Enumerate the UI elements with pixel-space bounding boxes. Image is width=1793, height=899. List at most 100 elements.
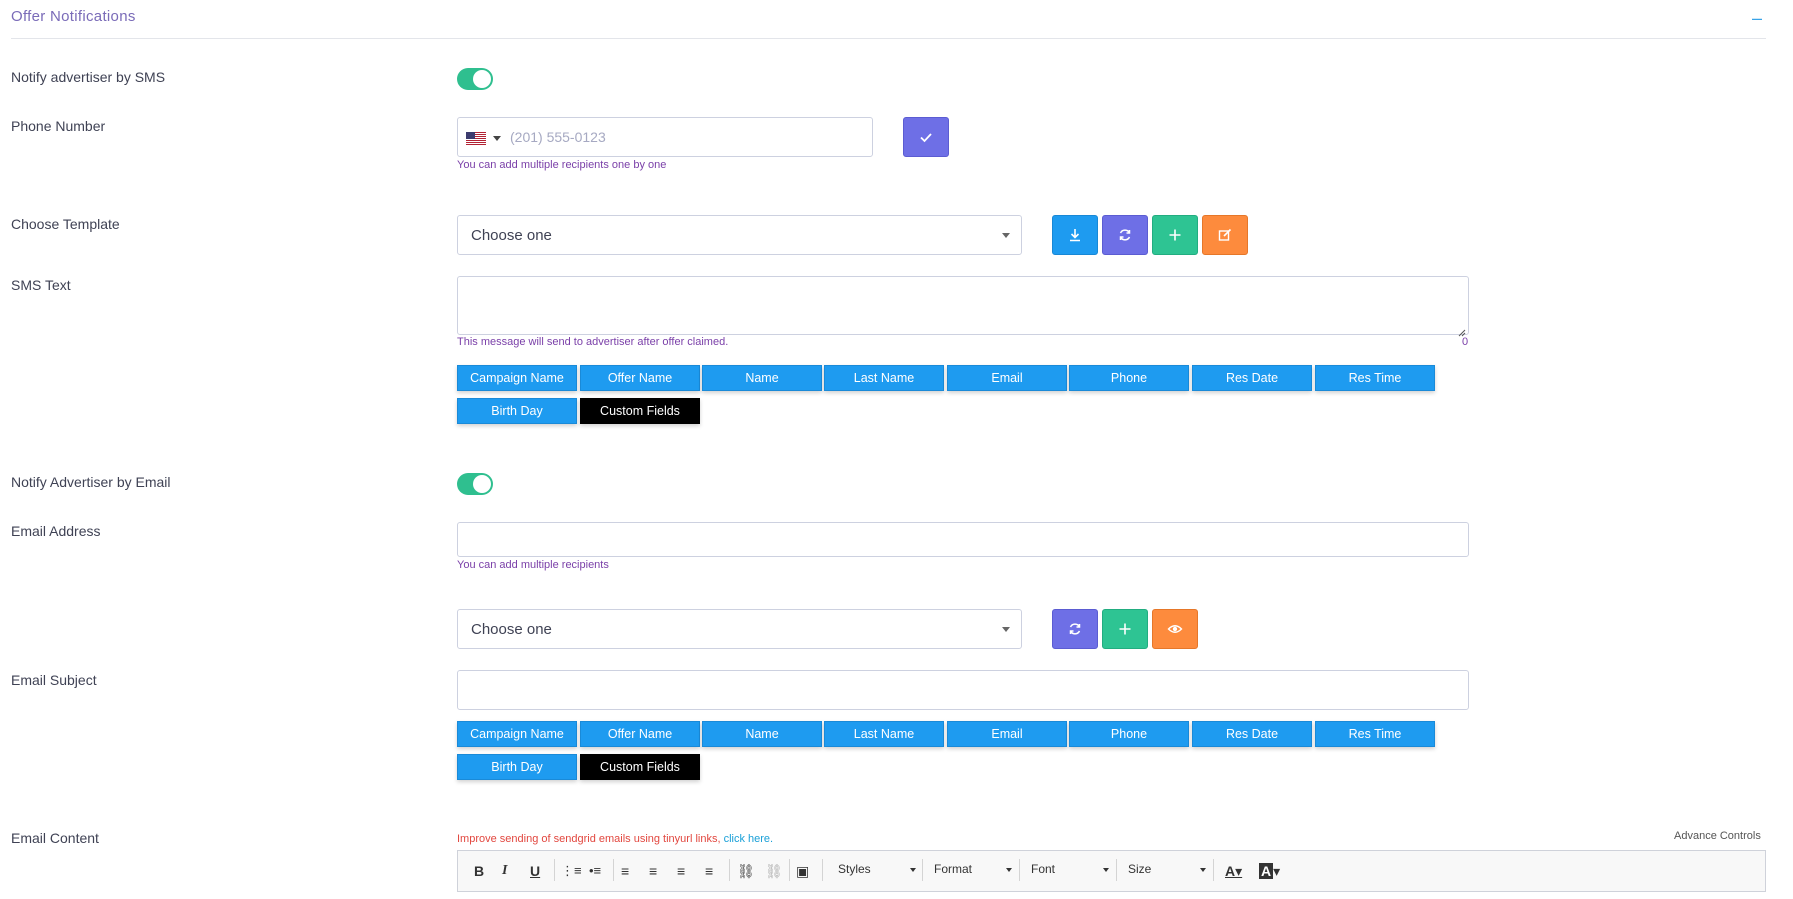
confirm-phone-button[interactable] <box>903 117 949 157</box>
edit-icon <box>1218 228 1232 241</box>
email-address-hint: You can add multiple recipients <box>457 559 609 571</box>
underline-icon[interactable]: U <box>530 863 540 879</box>
email-token-chip[interactable]: Phone <box>1069 721 1189 747</box>
notify-sms-toggle[interactable] <box>457 68 493 90</box>
align-right-icon[interactable]: ≡ <box>677 863 685 879</box>
email-token-chip[interactable]: Email <box>947 721 1067 747</box>
editor-toolbar: B I U ⋮≡ •≡ ≡ ≡ ≡ ≡ ⛓ ⛓ ▣ Styles Format … <box>457 850 1766 892</box>
email-address-input[interactable] <box>457 522 1469 557</box>
toolbar-separator <box>789 859 790 881</box>
chevron-down-icon <box>1002 233 1010 238</box>
advance-controls-link[interactable]: Advance Controls <box>1674 830 1761 842</box>
toolbar-separator <box>554 859 555 881</box>
text-color-icon[interactable]: A▾ <box>1225 863 1242 880</box>
section-title: Offer Notifications <box>11 8 136 25</box>
email-subject-input[interactable] <box>457 670 1469 710</box>
phone-hint: You can add multiple recipients one by o… <box>457 159 667 171</box>
sms-token-chip[interactable]: Phone <box>1069 365 1189 391</box>
preview-email-template-button[interactable] <box>1152 609 1198 649</box>
unlink-icon[interactable]: ⛓ <box>765 863 783 880</box>
toggle-knob <box>473 475 491 493</box>
styles-dropdown[interactable]: Styles <box>838 862 918 876</box>
refresh-template-button[interactable] <box>1102 215 1148 255</box>
email-token-chip[interactable]: Res Date <box>1192 721 1312 747</box>
phone-number-label: Phone Number <box>11 118 106 134</box>
choose-template-label: Choose Template <box>11 216 120 232</box>
sms-token-chip[interactable]: Offer Name <box>580 365 700 391</box>
toggle-knob <box>473 70 491 88</box>
email-token-chip[interactable]: Birth Day <box>457 754 577 780</box>
sms-token-chip[interactable]: Res Date <box>1192 365 1312 391</box>
font-dropdown[interactable]: Font <box>1031 862 1111 876</box>
eye-icon <box>1167 625 1183 633</box>
phone-input[interactable]: (201) 555-0123 <box>457 117 873 157</box>
notify-sms-label: Notify advertiser by SMS <box>11 69 166 85</box>
format-dropdown[interactable]: Format <box>934 862 1014 876</box>
align-left-icon[interactable]: ≡ <box>621 863 629 879</box>
email-template-select[interactable]: Choose one <box>457 609 1022 649</box>
email-token-chip[interactable]: Last Name <box>824 721 944 747</box>
bullet-list-icon[interactable]: •≡ <box>589 863 601 878</box>
phone-placeholder: (201) 555-0123 <box>510 129 606 145</box>
refresh-icon <box>1119 229 1131 241</box>
plus-icon <box>1169 229 1181 241</box>
email-token-chip[interactable]: Name <box>702 721 822 747</box>
sms-token-chip[interactable]: Custom Fields <box>580 398 700 424</box>
us-flag-icon[interactable] <box>466 132 486 145</box>
sms-token-chip[interactable]: Campaign Name <box>457 365 577 391</box>
add-template-button[interactable] <box>1152 215 1198 255</box>
chevron-down-icon <box>1103 868 1109 872</box>
bold-icon[interactable]: B <box>474 863 484 879</box>
styles-label: Styles <box>838 862 871 876</box>
divider <box>11 38 1766 39</box>
sms-template-select[interactable]: Choose one <box>457 215 1022 255</box>
email-address-label: Email Address <box>11 523 101 539</box>
email-token-chip[interactable]: Custom Fields <box>580 754 700 780</box>
background-color-icon[interactable]: A ▾ <box>1259 863 1280 880</box>
notify-email-toggle[interactable] <box>457 473 493 495</box>
image-icon[interactable]: ▣ <box>796 863 809 880</box>
link-icon[interactable]: ⛓ <box>737 863 755 880</box>
align-center-icon[interactable]: ≡ <box>649 863 657 879</box>
check-icon <box>920 133 932 143</box>
sms-token-chip[interactable]: Birth Day <box>457 398 577 424</box>
size-dropdown[interactable]: Size <box>1128 862 1208 876</box>
toolbar-separator <box>1213 859 1214 881</box>
add-email-template-button[interactable] <box>1102 609 1148 649</box>
refresh-email-template-button[interactable] <box>1052 609 1098 649</box>
italic-icon[interactable]: I <box>502 863 507 879</box>
sms-char-count: 0 <box>1462 336 1469 348</box>
chevron-down-icon <box>1200 868 1206 872</box>
font-label: Font <box>1031 862 1056 876</box>
align-justify-icon[interactable]: ≡ <box>705 863 713 879</box>
sms-text-textarea[interactable] <box>457 276 1469 337</box>
email-token-chip[interactable]: Res Time <box>1315 721 1435 747</box>
chevron-down-icon <box>910 868 916 872</box>
refresh-icon <box>1069 623 1081 635</box>
ordered-list-icon[interactable]: ⋮≡ <box>561 863 582 879</box>
collapse-icon[interactable]: – <box>1752 9 1766 27</box>
sms-token-chip[interactable]: Res Time <box>1315 365 1435 391</box>
toolbar-separator <box>729 859 730 881</box>
sms-token-chip[interactable]: Name <box>702 365 822 391</box>
plus-icon <box>1119 623 1131 635</box>
toolbar-separator <box>922 859 923 881</box>
email-subject-label: Email Subject <box>11 672 97 688</box>
toolbar-separator <box>1116 859 1117 881</box>
email-template-value: Choose one <box>471 621 552 638</box>
download-template-button[interactable] <box>1052 215 1098 255</box>
edit-template-button[interactable] <box>1202 215 1248 255</box>
format-label: Format <box>934 862 973 876</box>
email-token-chip[interactable]: Offer Name <box>580 721 700 747</box>
tinyurl-notice: Improve sending of sendgrid emails using… <box>457 833 773 845</box>
sms-token-chip[interactable]: Email <box>947 365 1067 391</box>
sms-text-label: SMS Text <box>11 277 71 293</box>
resize-handle-icon[interactable] <box>1458 324 1466 337</box>
tinyurl-link[interactable]: click here. <box>724 833 774 845</box>
tinyurl-notice-text: Improve sending of sendgrid emails using… <box>457 833 721 845</box>
email-token-chip[interactable]: Campaign Name <box>457 721 577 747</box>
sms-token-chip[interactable]: Last Name <box>824 365 944 391</box>
toolbar-separator <box>822 859 823 881</box>
chevron-down-icon[interactable] <box>493 136 501 141</box>
chevron-down-icon <box>1002 627 1010 632</box>
